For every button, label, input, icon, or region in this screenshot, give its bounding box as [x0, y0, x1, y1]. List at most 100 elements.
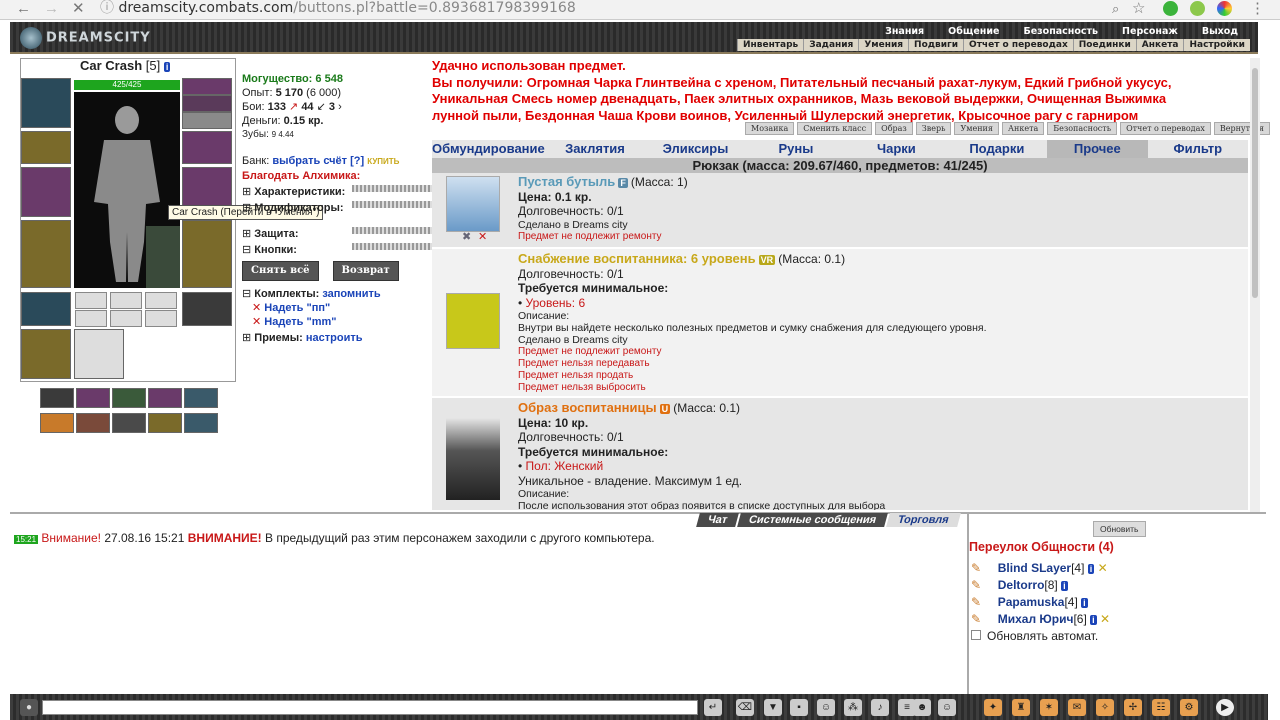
submenu-profile[interactable]: Анкета — [1135, 39, 1184, 51]
earrings-slot[interactable] — [182, 95, 232, 112]
mail-icon[interactable]: ✉ — [1068, 699, 1086, 716]
profile-button[interactable]: Анкета — [1001, 122, 1045, 135]
tab-gifts[interactable]: Подарки — [947, 140, 1047, 158]
rune-slot[interactable] — [75, 310, 107, 327]
friends-icon[interactable]: ☷ — [1152, 699, 1170, 716]
map-icon[interactable]: ✦ — [984, 699, 1002, 716]
delete-icon[interactable]: ✕ — [478, 230, 487, 243]
search-icon[interactable]: ⌕ — [1112, 0, 1119, 17]
submenu-inventory[interactable]: Инвентарь — [737, 39, 803, 51]
shop-icon[interactable]: ✶ — [1040, 699, 1058, 716]
security-button[interactable]: Безопасность — [1047, 122, 1118, 135]
bracers-slot[interactable] — [21, 131, 71, 164]
boots-slot[interactable] — [182, 292, 232, 326]
character-name[interactable]: Car Crash [5] i — [80, 58, 171, 73]
bag-slot[interactable] — [21, 329, 71, 379]
scroll-slot[interactable] — [76, 388, 110, 408]
user-row[interactable]: ✎ Papamuska[4] i — [971, 595, 1088, 609]
user-row[interactable]: ✎ Blind SLayer[4] i ✕ — [971, 561, 1108, 575]
belt-slot[interactable] — [21, 292, 71, 326]
eraser-icon[interactable]: ⌫ — [736, 699, 754, 716]
tab-trade[interactable]: Торговля — [886, 513, 961, 527]
scrollbar[interactable] — [1250, 58, 1260, 512]
rune-slot[interactable] — [75, 292, 107, 309]
tab-cups[interactable]: Чарки — [846, 140, 946, 158]
send-icon[interactable]: ↵ — [704, 699, 722, 716]
set-item[interactable]: ✕ Надеть "пп" — [242, 301, 432, 315]
submenu-deeds[interactable]: Подвиги — [908, 39, 963, 51]
helmet-slot[interactable] — [21, 78, 71, 128]
empty-slot[interactable] — [74, 329, 124, 379]
smiles-icon[interactable]: ☺ — [938, 699, 956, 716]
submenu-skills[interactable]: Умения — [858, 39, 908, 51]
forward-icon[interactable]: → — [44, 0, 59, 17]
scroll-slot[interactable] — [76, 413, 110, 433]
save-icon[interactable]: ▪ — [790, 699, 808, 716]
remove-all-button[interactable]: Снять всё — [242, 261, 319, 281]
download-icon[interactable] — [1190, 1, 1205, 16]
buy-button[interactable]: КУПИТЬ — [367, 157, 399, 166]
menu-character[interactable]: Персонаж — [1110, 26, 1190, 37]
submenu-transfers[interactable]: Отчет о переводах — [963, 39, 1073, 51]
clan-icon[interactable]: ✢ — [1124, 699, 1142, 716]
submenu-settings[interactable]: Настройки — [1183, 39, 1250, 51]
rings-slot[interactable] — [182, 112, 232, 129]
info-icon[interactable]: i — [163, 61, 171, 72]
tab-equipment[interactable]: Обмундирование — [432, 140, 545, 158]
extension-icon[interactable] — [1163, 1, 1178, 16]
use-icon[interactable]: ✖ — [462, 230, 471, 243]
transfers-button[interactable]: Отчет о переводах — [1120, 122, 1211, 135]
emoji-icon[interactable]: ☻ — [913, 699, 931, 716]
amulet-slot[interactable] — [182, 78, 232, 95]
menu-communication[interactable]: Общение — [936, 26, 1011, 37]
color-icon[interactable] — [1217, 1, 1232, 16]
return-button[interactable]: Возврат — [332, 261, 399, 281]
section-modifiers[interactable]: ⊞ Модификаторы: — [242, 201, 432, 215]
chart-icon[interactable]: ⁂ — [844, 699, 862, 716]
sets-remember[interactable]: запомнить — [322, 288, 380, 300]
back-icon[interactable]: ← — [16, 0, 31, 17]
armor-slot[interactable] — [21, 220, 71, 288]
refresh-button[interactable]: Обновить — [1093, 521, 1146, 537]
tricks-setup[interactable]: настроить — [306, 332, 363, 344]
stop-icon[interactable]: ✕ — [72, 0, 85, 17]
bag-icon[interactable]: ♜ — [1012, 699, 1030, 716]
weapon-slot[interactable] — [21, 167, 71, 217]
back-button[interactable]: Вернуться — [1213, 122, 1270, 135]
tab-system[interactable]: Системные сообщения — [737, 513, 889, 527]
play-icon[interactable]: ▶ — [1216, 699, 1234, 716]
section-defense[interactable]: ⊞ Защита: — [242, 227, 432, 241]
supply-image[interactable] — [446, 293, 500, 349]
tab-spells[interactable]: Заклятия — [545, 140, 645, 158]
tab-filter[interactable]: Фильтр — [1148, 140, 1248, 158]
auto-refresh[interactable]: Обновлять автомат. — [971, 629, 1098, 643]
menu-icon[interactable]: ⋮ — [1250, 0, 1265, 17]
bank-link[interactable]: выбрать счёт — [272, 155, 347, 167]
settings-icon[interactable]: ⚙ — [1180, 699, 1198, 716]
smile-icon[interactable]: ● — [20, 699, 38, 716]
scroll-thumb[interactable] — [1252, 68, 1258, 298]
rune-slot[interactable] — [145, 310, 177, 327]
chat-input[interactable] — [42, 700, 698, 715]
menu-exit[interactable]: Выход — [1190, 26, 1250, 37]
scroll-slot[interactable] — [112, 388, 146, 408]
section-characteristics[interactable]: ⊞ Характеристики: — [242, 185, 432, 199]
menu-knowledge[interactable]: Знания — [873, 26, 936, 37]
user-row[interactable]: ✎ Deltorro[8] i — [971, 578, 1068, 592]
image-button[interactable]: Образ — [875, 122, 913, 135]
mosaic-button[interactable]: Мозаика — [745, 122, 795, 135]
user-row[interactable]: ✎ Михал Юрич[6] i ✕ — [971, 612, 1110, 626]
submenu-fights[interactable]: Поединки — [1072, 39, 1136, 51]
music-icon[interactable]: ♪ — [871, 699, 889, 716]
change-class-button[interactable]: Сменить класс — [797, 122, 873, 135]
section-buttons[interactable]: ⊟ Кнопки: — [242, 243, 432, 257]
avatar-image[interactable] — [446, 418, 500, 500]
legs-slot[interactable] — [182, 220, 232, 288]
scroll-slot[interactable] — [112, 413, 146, 433]
scroll-slot[interactable] — [184, 413, 218, 433]
rune-slot[interactable] — [145, 292, 177, 309]
tab-elixirs[interactable]: Эликсиры — [645, 140, 745, 158]
bottle-image[interactable] — [446, 176, 500, 232]
submenu-quests[interactable]: Задания — [803, 39, 858, 51]
scroll-slot[interactable] — [148, 413, 182, 433]
